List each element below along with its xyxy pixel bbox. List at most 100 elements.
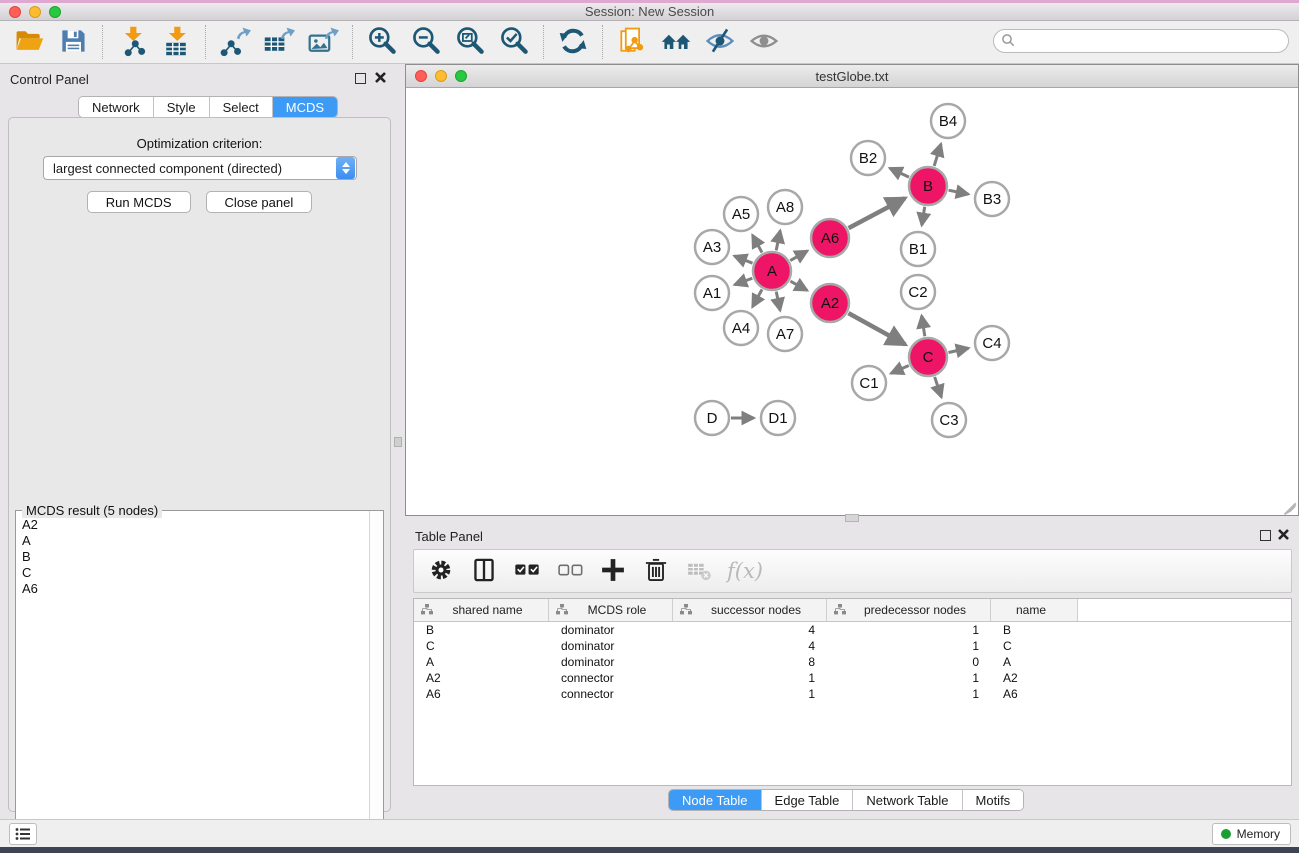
hide-eye-button[interactable] <box>701 24 739 60</box>
edge-C-C2[interactable] <box>922 316 925 337</box>
select-all-button[interactable] <box>510 554 544 588</box>
cell-MCDS-role[interactable]: dominator <box>549 622 673 638</box>
save-button[interactable] <box>54 24 92 60</box>
mcds-result-list[interactable]: A2ABCA6 <box>17 517 368 847</box>
edge-A-A7[interactable] <box>776 292 780 311</box>
vertical-splitter-handle[interactable] <box>394 437 402 447</box>
cell-predecessor-nodes[interactable]: 1 <box>827 686 991 702</box>
edge-A-A8[interactable] <box>776 231 780 251</box>
edge-B-B3[interactable] <box>949 190 969 194</box>
show-eye-button[interactable] <box>745 24 783 60</box>
edge-C-C3[interactable] <box>935 377 942 397</box>
network-window-titlebar[interactable]: testGlobe.txt <box>406 65 1298 88</box>
node-A3[interactable]: A3 <box>695 230 729 264</box>
cell-predecessor-nodes[interactable]: 1 <box>827 622 991 638</box>
cell-shared-name[interactable]: C <box>414 638 549 654</box>
result-list-item[interactable]: A <box>17 533 368 549</box>
tab-mcds[interactable]: MCDS <box>273 97 337 117</box>
window-resize-grip[interactable] <box>1281 498 1295 512</box>
edge-A-A2[interactable] <box>790 281 807 290</box>
result-list-item[interactable]: A6 <box>17 581 368 597</box>
tab-network-table[interactable]: Network Table <box>853 790 962 810</box>
cell-name[interactable]: A6 <box>991 686 1078 702</box>
column-header-successor-nodes[interactable]: successor nodes <box>673 599 827 621</box>
edge-B-B1[interactable] <box>922 207 925 226</box>
edge-A-A4[interactable] <box>752 289 762 306</box>
zoom-fit-button[interactable] <box>451 24 489 60</box>
result-scrollbar[interactable] <box>369 511 383 848</box>
cell-successor-nodes[interactable]: 4 <box>673 638 827 654</box>
table-row[interactable]: Bdominator41B <box>414 622 1291 638</box>
node-A1[interactable]: A1 <box>695 276 729 310</box>
node-B3[interactable]: B3 <box>975 182 1009 216</box>
export-table-button[interactable] <box>260 24 298 60</box>
main-titlebar[interactable]: Session: New Session <box>0 3 1299 21</box>
cell-name[interactable]: A2 <box>991 670 1078 686</box>
criterion-select[interactable]: largest connected component (directed) <box>43 156 357 180</box>
tab-style[interactable]: Style <box>154 97 210 117</box>
node-B4[interactable]: B4 <box>931 104 965 138</box>
cell-MCDS-role[interactable]: connector <box>549 686 673 702</box>
float-table-panel-icon[interactable] <box>1260 530 1271 541</box>
node-A[interactable]: A <box>753 252 791 290</box>
gear-button[interactable] <box>424 554 458 588</box>
column-header-predecessor-nodes[interactable]: predecessor nodes <box>827 599 991 621</box>
search-input[interactable] <box>993 29 1289 53</box>
table-row[interactable]: A2connector11A2 <box>414 670 1291 686</box>
add-row-button[interactable] <box>596 554 630 588</box>
edge-C-C4[interactable] <box>949 348 969 352</box>
zoom-out-button[interactable] <box>407 24 445 60</box>
node-A8[interactable]: A8 <box>768 190 802 224</box>
tab-motifs[interactable]: Motifs <box>963 790 1024 810</box>
cell-name[interactable]: C <box>991 638 1078 654</box>
columns-button[interactable] <box>467 554 501 588</box>
delete-row-button[interactable] <box>639 554 673 588</box>
tab-select[interactable]: Select <box>210 97 273 117</box>
zoom-selected-button[interactable] <box>495 24 533 60</box>
cell-shared-name[interactable]: A2 <box>414 670 549 686</box>
export-network-button[interactable] <box>216 24 254 60</box>
cell-name[interactable]: A <box>991 654 1078 670</box>
edge-B-B2[interactable] <box>890 168 909 177</box>
column-header-shared-name[interactable]: shared name <box>414 599 549 621</box>
edge-A-A1[interactable] <box>735 278 753 285</box>
import-network-button[interactable] <box>113 24 151 60</box>
table-row[interactable]: Adominator80A <box>414 654 1291 670</box>
cell-shared-name[interactable]: B <box>414 622 549 638</box>
cell-shared-name[interactable]: A <box>414 654 549 670</box>
node-B1[interactable]: B1 <box>901 232 935 266</box>
open-folder-button[interactable] <box>10 24 48 60</box>
deselect-all-button[interactable] <box>553 554 587 588</box>
node-table[interactable]: shared nameMCDS rolesuccessor nodesprede… <box>413 598 1292 786</box>
node-C4[interactable]: C4 <box>975 326 1009 360</box>
home-network-button[interactable] <box>657 24 695 60</box>
node-A6[interactable]: A6 <box>811 219 849 257</box>
column-header-name[interactable]: name <box>991 599 1078 621</box>
node-B2[interactable]: B2 <box>851 141 885 175</box>
cell-MCDS-role[interactable]: dominator <box>549 654 673 670</box>
task-history-button[interactable] <box>9 823 37 845</box>
node-A5[interactable]: A5 <box>724 197 758 231</box>
column-header-MCDS-role[interactable]: MCDS role <box>549 599 673 621</box>
node-A4[interactable]: A4 <box>724 311 758 345</box>
cell-predecessor-nodes[interactable]: 1 <box>827 670 991 686</box>
node-B[interactable]: B <box>909 167 947 205</box>
refresh-button[interactable] <box>554 24 592 60</box>
import-table-button[interactable] <box>157 24 195 60</box>
node-C1[interactable]: C1 <box>852 366 886 400</box>
edge-C-C1[interactable] <box>891 365 909 373</box>
node-C3[interactable]: C3 <box>932 403 966 437</box>
edge-A-A3[interactable] <box>734 256 752 263</box>
memory-button[interactable]: Memory <box>1212 823 1291 845</box>
open-session-button[interactable] <box>613 24 651 60</box>
tab-network[interactable]: Network <box>79 97 154 117</box>
cell-predecessor-nodes[interactable]: 1 <box>827 638 991 654</box>
edge-A2-C[interactable] <box>848 313 905 344</box>
close-panel-icon[interactable] <box>374 71 387 84</box>
cell-shared-name[interactable]: A6 <box>414 686 549 702</box>
table-row[interactable]: Cdominator41C <box>414 638 1291 654</box>
run-mcds-button[interactable]: Run MCDS <box>87 191 191 213</box>
cell-successor-nodes[interactable]: 1 <box>673 670 827 686</box>
node-C[interactable]: C <box>909 338 947 376</box>
cell-MCDS-role[interactable]: connector <box>549 670 673 686</box>
